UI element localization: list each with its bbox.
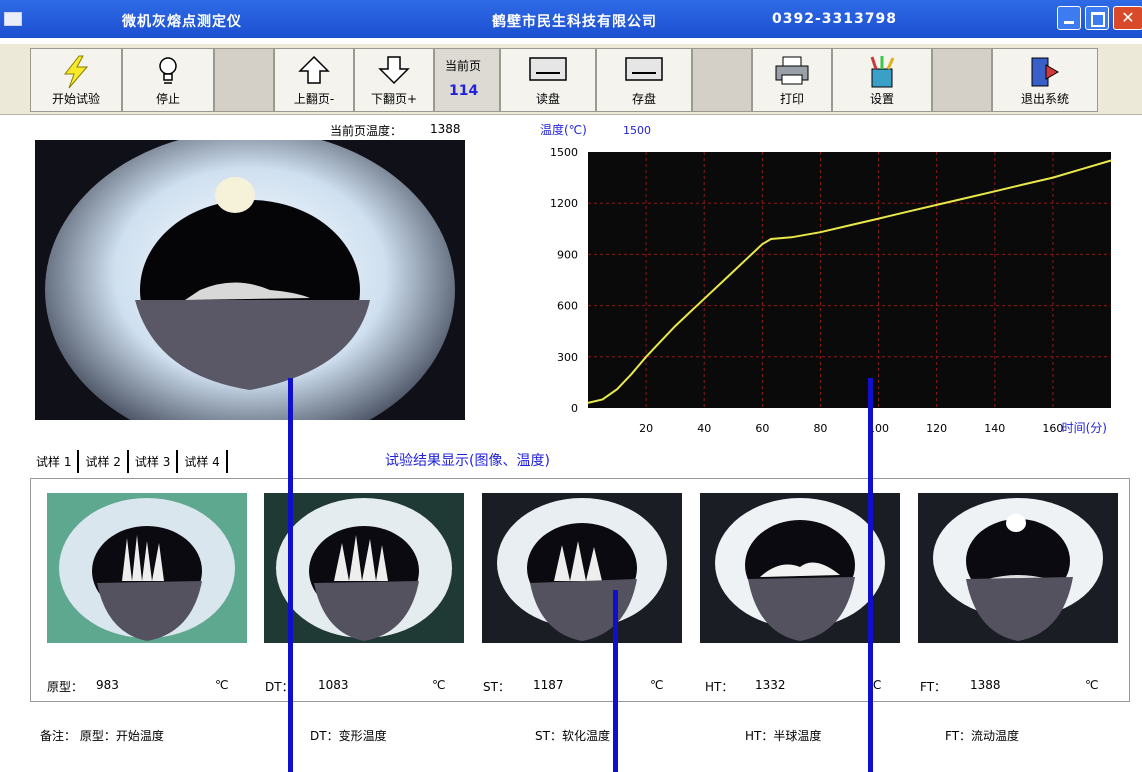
result-value-3: 1187 <box>533 678 564 692</box>
window-title: 微机灰熔点测定仪 <box>122 14 242 30</box>
start-test-button[interactable]: 开始试验 <box>30 48 122 112</box>
print-button[interactable]: 打印 <box>752 48 832 112</box>
annotation-line <box>613 590 618 772</box>
result-value-5: 1388 <box>970 678 1001 692</box>
result-label-1: 原型： <box>47 680 84 694</box>
tools-cup-icon <box>870 56 895 88</box>
result-label-4: HT： <box>705 680 734 694</box>
y-axis-label: 温度(℃) <box>540 122 587 137</box>
note-original: 备注： 原型：开始温度 <box>40 729 164 743</box>
y-tick-label: 600 <box>557 300 578 313</box>
stop-button[interactable]: 停止 <box>122 48 214 112</box>
x-axis-label: 时间(分) <box>1062 421 1107 435</box>
page-down-button[interactable]: 下翻页+ <box>354 48 434 112</box>
result-thumbnail-1 <box>47 493 247 643</box>
result-label-5: FT： <box>920 680 947 694</box>
result-label-3: ST： <box>483 680 510 694</box>
disk-drive-icon <box>625 57 663 81</box>
current-temp-label: 当前页温度： <box>330 124 403 138</box>
x-tick-label: 120 <box>926 422 947 435</box>
result-unit-1: ℃ <box>215 678 229 692</box>
minimize-button[interactable] <box>1057 6 1081 30</box>
tab-sample-2[interactable]: 试样 2 <box>79 450 129 473</box>
note-ht: HT：半球温度 <box>745 729 822 743</box>
toolbar-spacer <box>214 48 274 112</box>
result-thumbnail-3 <box>482 493 682 643</box>
annotation-line <box>288 378 293 772</box>
current-page-value: 114 <box>449 83 479 99</box>
y-tick-label: 900 <box>557 248 578 261</box>
settings-button[interactable]: 设置 <box>832 48 932 112</box>
result-value-1: 983 <box>96 678 119 692</box>
exit-door-icon <box>1031 57 1059 87</box>
sample-photo <box>35 140 465 420</box>
title-bar: 微机灰熔点测定仪 鹤壁市民生科技有限公司 0392-3313798 ✕ <box>0 0 1142 38</box>
current-temp-value: 1388 <box>430 122 461 136</box>
start-test-label: 开始试验 <box>51 92 100 106</box>
annotation-line <box>868 378 873 772</box>
y-tick-label: 0 <box>571 402 578 415</box>
y-max-label: 1500 <box>623 124 651 137</box>
read-disk-button[interactable]: 读盘 <box>500 48 596 112</box>
result-unit-5: ℃ <box>1085 678 1099 692</box>
sample-photo <box>264 493 464 643</box>
y-tick-label: 300 <box>557 351 578 364</box>
print-label: 打印 <box>779 92 804 106</box>
tab-sample-1[interactable]: 试样 1 <box>30 450 80 473</box>
toolbar-spacer <box>932 48 992 112</box>
x-tick-label: 160 <box>1042 422 1063 435</box>
toolbar-spacer <box>692 48 752 112</box>
page-up-label: 上翻页- <box>293 92 335 106</box>
x-tick-label: 60 <box>755 422 769 435</box>
tab-sample-4[interactable]: 试样 4 <box>178 450 228 473</box>
arrow-down-icon <box>378 56 410 85</box>
page-up-button[interactable]: 上翻页- <box>274 48 354 112</box>
current-page-box: 当前页 114 <box>434 48 500 112</box>
exit-button[interactable]: 退出系统 <box>992 48 1098 112</box>
read-disk-label: 读盘 <box>535 92 560 106</box>
page-down-label: 下翻页+ <box>370 92 418 106</box>
x-tick-label: 80 <box>813 422 827 435</box>
result-thumbnail-2 <box>264 493 464 643</box>
sample-photo <box>918 493 1118 643</box>
app-icon <box>4 12 22 26</box>
maximize-button[interactable] <box>1085 6 1109 30</box>
phone-number: 0392-3313798 <box>772 11 897 27</box>
note-ft: FT：流动温度 <box>945 729 1020 743</box>
result-unit-3: ℃ <box>650 678 664 692</box>
y-tick-label: 1500 <box>550 146 578 159</box>
exit-label: 退出系统 <box>1020 92 1069 106</box>
x-tick-label: 40 <box>697 422 711 435</box>
sample-photo <box>47 493 247 643</box>
result-value-4: 1332 <box>755 678 786 692</box>
settings-label: 设置 <box>869 92 894 106</box>
temperature-chart: 03006009001200150020 40 60 80 100 120 140 160温度… <box>540 122 1112 435</box>
x-tick-label: 20 <box>639 422 653 435</box>
camera-main-image <box>35 140 465 420</box>
stop-label: 停止 <box>155 92 180 106</box>
arrow-up-icon <box>298 55 330 84</box>
sample-tabs: 试样 1 试样 2 试样 3 试样 4 <box>30 450 228 473</box>
current-page-label: 当前页 <box>445 59 482 73</box>
x-tick-label: 140 <box>984 422 1005 435</box>
note-dt: DT：变形温度 <box>310 729 387 743</box>
sample-photo <box>482 493 682 643</box>
tab-sample-3[interactable]: 试样 3 <box>129 450 179 473</box>
plot-area <box>588 152 1111 408</box>
result-value-2: 1083 <box>318 678 349 692</box>
disk-drive-icon <box>529 57 567 81</box>
results-title: 试验结果显示(图像、温度) <box>385 453 550 469</box>
lightning-icon <box>63 55 89 89</box>
close-button[interactable]: ✕ <box>1113 6 1142 30</box>
printer-icon <box>775 56 809 85</box>
company-name: 鹤壁市民生科技有限公司 <box>492 14 657 30</box>
lightbulb-icon <box>159 57 177 84</box>
note-st: ST：软化温度 <box>535 729 610 743</box>
save-disk-button[interactable]: 存盘 <box>596 48 692 112</box>
result-thumbnail-5 <box>918 493 1118 643</box>
save-disk-label: 存盘 <box>631 92 656 106</box>
y-tick-label: 1200 <box>550 197 578 210</box>
result-unit-2: ℃ <box>432 678 446 692</box>
